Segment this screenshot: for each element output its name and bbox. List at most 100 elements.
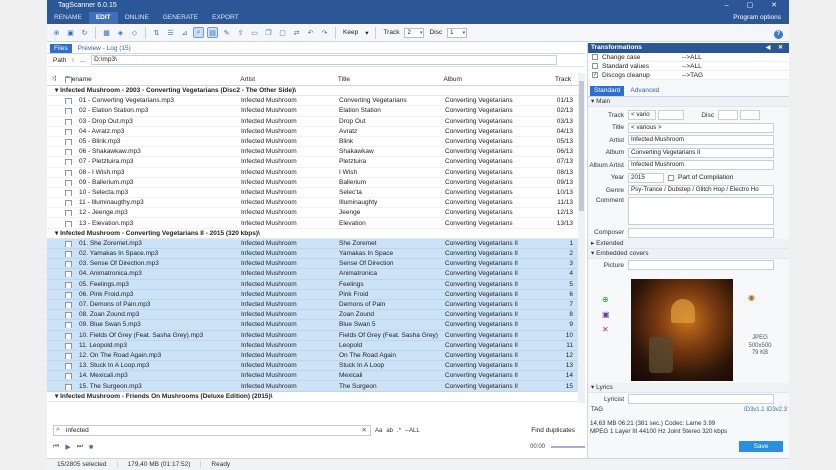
transform-icon[interactable]: ⇄	[291, 27, 302, 38]
filter-icon[interactable]: ⊿	[179, 27, 190, 38]
compilation-check[interactable]	[668, 174, 674, 181]
tab-preview-log[interactable]: Preview - Log (15)	[74, 44, 135, 53]
group-header[interactable]: ▾ Infected Mushroom - Friends On Mushroo…	[47, 391, 585, 402]
save-cover-icon[interactable]: ▣	[602, 310, 610, 319]
table-row[interactable]: 13. Stuck In A Loop.mp3 Infected Mushroom…	[47, 361, 585, 372]
album-cover-image[interactable]	[631, 279, 733, 381]
column-album[interactable]: Album	[440, 76, 546, 83]
transformation-item[interactable]: Change case -->ALL	[588, 53, 789, 62]
transformation-target[interactable]: -->ALL	[682, 63, 702, 70]
table-row[interactable]: 01. She Zoremet.mp3 Infected Mushroom She …	[47, 238, 585, 249]
section-extended[interactable]: ▸ Extended	[588, 239, 789, 249]
arrange-icon[interactable]: ☰	[165, 27, 176, 38]
undo-icon[interactable]: ↶	[305, 27, 316, 38]
track-input[interactable]: < vario	[628, 110, 656, 121]
column-filename[interactable]: Filename	[61, 76, 236, 83]
move-icon[interactable]: ⇅	[151, 27, 162, 38]
panel-controls-icon[interactable]: ◀ ✕	[766, 43, 786, 53]
whole-word-toggle[interactable]: ab	[386, 428, 393, 434]
lyricist-input[interactable]	[628, 394, 774, 405]
table-row[interactable]: 10. Fields Of Grey (Feat. Sasha Grey).mp…	[47, 330, 585, 341]
group-header[interactable]: ▾ Infected Mushroom - 2003 - Converting …	[47, 86, 585, 97]
table-row[interactable]: 01 - Converting Vegetarians.mp3 Infected …	[47, 96, 585, 107]
table-row[interactable]: 11. Leopold.mp3 Infected Mushroom Leopold C…	[47, 340, 585, 351]
artist-input[interactable]: Infected Mushroom	[628, 135, 774, 146]
menu-item-edit[interactable]: EDIT	[88, 12, 118, 24]
table-row[interactable]: 04. Animatronica.mp3 Infected Mushroom Ani…	[47, 269, 585, 280]
scrollbar-thumb[interactable]	[579, 81, 584, 211]
disc-input[interactable]	[718, 110, 738, 121]
table-row[interactable]: 11 - Illuminaugthy.mp3 Infected Mushroom I…	[47, 198, 585, 209]
search-input[interactable]: infected ✕	[53, 425, 371, 436]
tag-versions[interactable]: ID3v1.1 ID3v2.3	[744, 407, 787, 413]
section-covers[interactable]: ▾ Embedded covers	[588, 249, 789, 259]
play-icon[interactable]: ▶	[65, 443, 70, 451]
table-row[interactable]: 02 - Elation Station.mp3 Infected Mushroo…	[47, 106, 585, 117]
table-row[interactable]: 03. Sense Of Direction.mp3 Infected Mushr…	[47, 259, 585, 270]
title-input[interactable]: < various >	[628, 122, 774, 133]
track-spinner[interactable]: 2	[404, 27, 425, 38]
redo-icon[interactable]: ↷	[319, 27, 330, 38]
table-row[interactable]: 04 - Avratz.mp3 Infected Mushroom Avratz Co…	[47, 127, 585, 137]
table-row[interactable]: 08 - I Wish.mp3 Infected Mushroom I Wish Co…	[47, 168, 585, 178]
album-input[interactable]: Converting Vegetarians II	[628, 147, 774, 158]
table-row[interactable]: 10 - Selecta.mp3 Infected Mushroom Selec't…	[47, 188, 585, 199]
table-row[interactable]: 01 Kafkef.mp3Infected MushroomKafkefFrie…	[47, 402, 585, 404]
table-row[interactable]: 15. The Surgeon.mp3 Infected Mushroom The …	[47, 381, 585, 392]
transformation-checkbox[interactable]	[592, 63, 598, 69]
column-artist[interactable]: Artist	[236, 76, 334, 83]
table-row[interactable]: 12 - Jeenge.mp3 Infected Mushroom Jeenge Co…	[47, 208, 585, 219]
keep-dropdown[interactable]: Keep	[341, 29, 360, 36]
select-all-icon[interactable]: ◈	[115, 27, 126, 38]
stop-icon[interactable]: ■	[89, 444, 93, 451]
column-title[interactable]: Title	[334, 76, 440, 83]
table-row[interactable]: 12. On The Road Again.mp3 Infected Mushro…	[47, 350, 585, 362]
composer-input[interactable]	[628, 227, 774, 238]
tab-advanced[interactable]: Advanced	[626, 86, 663, 96]
add-cover-icon[interactable]: ⊕	[602, 295, 610, 304]
table-row[interactable]: 05 - Blink.mp3 Infected Mushroom Blink Conv…	[47, 137, 585, 148]
find-duplicates-button[interactable]: Find duplicates	[531, 427, 575, 434]
section-main[interactable]: ▾ Main	[588, 97, 789, 107]
tab-files[interactable]: Files	[50, 44, 72, 53]
table-row[interactable]: 05. Feelings.mp3 Infected Mushroom Feeling…	[47, 279, 585, 290]
menu-item-online[interactable]: ONLINE	[118, 12, 156, 24]
year-input[interactable]: 2015	[628, 172, 664, 183]
transformation-target[interactable]: -->ALL	[682, 54, 702, 61]
regex-toggle[interactable]: .*	[397, 428, 401, 434]
export-icon[interactable]: ⇪	[235, 27, 246, 38]
up-arrow-icon[interactable]: ↑	[71, 57, 74, 64]
shuffle-icon[interactable]: ⤨	[47, 75, 61, 83]
table-row[interactable]: 09. Blue Swan 5.mp3 Infected Mushroom Blue…	[47, 320, 585, 331]
clear-search-icon[interactable]: ✕	[362, 426, 367, 435]
delete-cover-icon[interactable]: ✕	[602, 325, 610, 334]
next-icon[interactable]: ⏭	[77, 443, 83, 451]
transformation-checkbox[interactable]	[592, 54, 598, 60]
comment-textarea[interactable]	[628, 196, 774, 225]
path-input[interactable]: D:\mp3\	[91, 55, 558, 65]
transformation-target[interactable]: -->TAG	[682, 72, 703, 79]
paste-icon[interactable]: ▢	[277, 27, 288, 38]
group-header[interactable]: ▾ Infected Mushroom - Converting Vegetar…	[47, 228, 585, 239]
save-button[interactable]: Save	[739, 441, 783, 452]
chevron-down-icon[interactable]: ▾	[363, 29, 370, 37]
program-options-link[interactable]: Program options	[733, 12, 781, 24]
table-row[interactable]: 13 - Elevation.mp3 Infected Mushroom Eleva…	[47, 218, 585, 229]
transformation-checkbox[interactable]: ✓	[592, 72, 598, 78]
transformation-item[interactable]: ✓ Discogs cleanup -->TAG	[588, 71, 789, 80]
edit-icon[interactable]: ✎	[221, 27, 232, 38]
section-lyrics[interactable]: ▾ Lyrics	[588, 383, 789, 393]
menu-item-rename[interactable]: RENAME	[47, 12, 89, 24]
menu-item-generate[interactable]: GENERATE	[156, 12, 205, 24]
track-total-input[interactable]	[658, 110, 684, 121]
search-field-select[interactable]: --ALL	[405, 428, 420, 434]
eye-icon[interactable]: ◉	[748, 293, 755, 302]
table-row[interactable]: 06. Pink Froid.mp3 Infected Mushroom Pink …	[47, 289, 585, 300]
disc-spinner[interactable]: 1	[447, 27, 468, 38]
new-folder-icon[interactable]: ⊕	[51, 27, 62, 38]
disc-total-input[interactable]	[740, 110, 760, 121]
compilation-checkbox[interactable]: Part of Compilation	[664, 173, 733, 182]
genre-select[interactable]: Psy-Trance / Dubstep / Glitch Hop / Elec…	[628, 185, 774, 196]
transformation-item[interactable]: Standard values -->ALL	[588, 62, 789, 71]
tab-standard[interactable]: Standard	[590, 86, 625, 96]
